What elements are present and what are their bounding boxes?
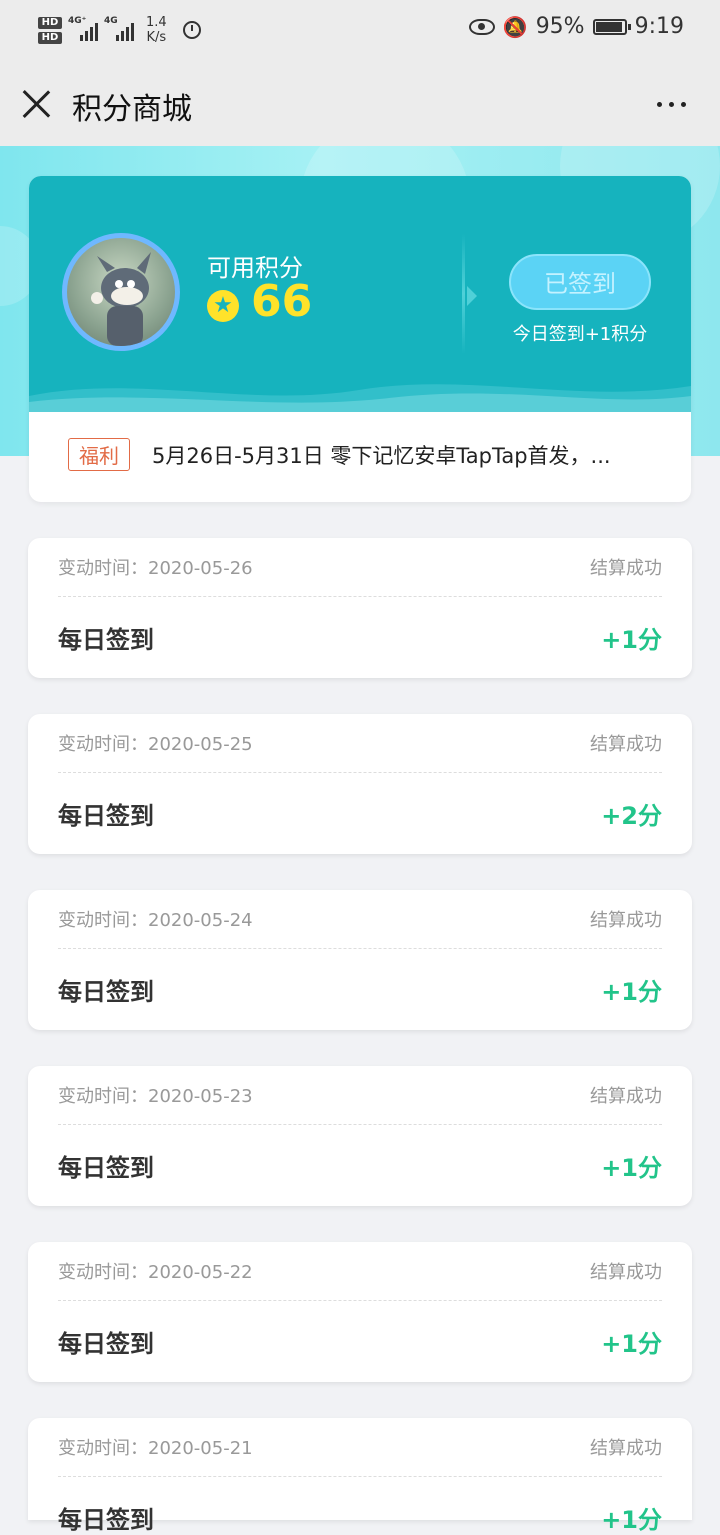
record-card: 变动时间：2020-05-26 结算成功 每日签到 +1分	[28, 538, 692, 678]
record-divider	[58, 1476, 662, 1477]
record-title: 每日签到	[58, 802, 154, 830]
clock: 9:19	[634, 14, 684, 39]
record-points: +1分	[601, 1154, 662, 1182]
star-icon: ★	[207, 290, 239, 322]
record-title: 每日签到	[58, 978, 154, 1006]
points-value: 66	[251, 276, 313, 327]
notice-bar[interactable]: 福利 5月26日-5月31日 零下记忆安卓TapTap首发，...	[29, 412, 691, 502]
record-status: 结算成功	[590, 1086, 662, 1107]
network-type-1: 4G⁺	[68, 16, 87, 26]
record-card: 变动时间：2020-05-23 结算成功 每日签到 +1分	[28, 1066, 692, 1206]
record-time: 变动时间：2020-05-26	[58, 558, 253, 579]
record-time: 变动时间：2020-05-24	[58, 910, 253, 931]
status-left: HD HD 4G⁺ 4G 1.4 K/s	[38, 10, 201, 50]
record-time: 变动时间：2020-05-25	[58, 734, 253, 755]
record-points: +1分	[601, 626, 662, 654]
record-divider	[58, 948, 662, 949]
record-time: 变动时间：2020-05-22	[58, 1262, 253, 1283]
record-card: 变动时间：2020-05-24 结算成功 每日签到 +1分	[28, 890, 692, 1030]
record-status: 结算成功	[590, 1438, 662, 1459]
divider	[462, 234, 465, 354]
record-card: 变动时间：2020-05-25 结算成功 每日签到 +2分	[28, 714, 692, 854]
page-title: 积分商城	[72, 92, 192, 127]
record-divider	[58, 1124, 662, 1125]
avatar-image	[67, 238, 175, 346]
sign-in-hint: 今日签到+1积分	[512, 324, 648, 345]
hd-icon-1: HD	[38, 16, 62, 29]
record-divider	[58, 1300, 662, 1301]
hd-indicators: HD HD	[38, 16, 62, 44]
record-status: 结算成功	[590, 910, 662, 931]
speed-value: 1.4	[146, 15, 167, 30]
record-card: 变动时间：2020-05-21 结算成功 每日签到 +1分	[28, 1418, 692, 1534]
avatar[interactable]	[62, 233, 180, 351]
record-title: 每日签到	[58, 1330, 154, 1358]
points-card: 可用积分 ★ 66 已签到 今日签到+1积分 福利 5月26日-5月31日 零下…	[29, 176, 691, 502]
record-divider	[58, 596, 662, 597]
record-card: 变动时间：2020-05-22 结算成功 每日签到 +1分	[28, 1242, 692, 1382]
signed-in-button[interactable]: 已签到	[509, 254, 651, 310]
record-time: 变动时间：2020-05-23	[58, 1086, 253, 1107]
record-points: +1分	[601, 1506, 662, 1534]
record-time: 变动时间：2020-05-21	[58, 1438, 253, 1459]
signal-icon-1: 4G⁺	[68, 16, 98, 41]
record-status: 结算成功	[590, 1262, 662, 1283]
bell-off-icon: 🔕	[502, 14, 528, 39]
battery-percent: 95%	[535, 14, 585, 39]
record-points: +1分	[601, 978, 662, 1006]
points-header: 可用积分 ★ 66 已签到 今日签到+1积分	[29, 176, 691, 412]
record-title: 每日签到	[58, 1154, 154, 1182]
status-right: 🔕 95% 9:19	[468, 14, 684, 39]
status-bar: HD HD 4G⁺ 4G 1.4 K/s 🔕 95% 9:19	[0, 0, 720, 64]
notice-text: 5月26日-5月31日 零下记忆安卓TapTap首发，...	[152, 444, 611, 468]
close-icon[interactable]	[20, 88, 52, 120]
record-points: +1分	[601, 1330, 662, 1358]
record-status: 结算成功	[590, 558, 662, 579]
hd-icon-2: HD	[38, 31, 62, 44]
more-icon[interactable]	[657, 102, 686, 107]
welfare-tag: 福利	[68, 438, 130, 471]
battery-icon	[592, 18, 631, 35]
record-title: 每日签到	[58, 1506, 154, 1534]
network-type-2: 4G	[104, 16, 118, 26]
speed-unit: K/s	[146, 30, 167, 45]
signal-icon-2: 4G	[104, 16, 134, 41]
wave-decoration	[29, 384, 691, 412]
nav-bar: 积分商城	[0, 64, 720, 146]
divider-arrow-icon	[467, 286, 477, 306]
record-title: 每日签到	[58, 626, 154, 654]
stopwatch-icon	[182, 21, 201, 39]
record-divider	[58, 772, 662, 773]
record-points: +2分	[601, 802, 662, 830]
eye-icon	[468, 18, 495, 35]
network-speed: 1.4 K/s	[146, 15, 167, 45]
record-status: 结算成功	[590, 734, 662, 755]
